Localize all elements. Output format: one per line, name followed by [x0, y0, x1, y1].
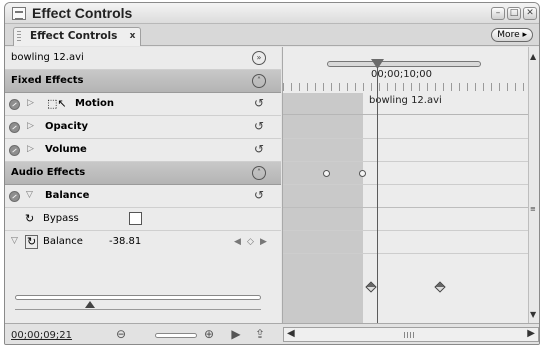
scroll-grip-icon[interactable]: ≡ [530, 205, 536, 213]
effect-row-motion[interactable]: ▷ ⬚↖ Motion ↺ [5, 93, 281, 116]
effect-label: Opacity [45, 121, 89, 132]
expand-triangle-icon[interactable]: ▷ [27, 121, 34, 131]
expand-triangle-icon[interactable]: ▷ [27, 144, 34, 154]
volume-keyframe[interactable] [359, 170, 366, 177]
collapse-section-icon[interactable]: ˄ [252, 166, 266, 180]
track-divider [283, 230, 539, 231]
effect-label: Volume [45, 144, 87, 155]
zoom-out-icon[interactable]: ⊖ [113, 327, 129, 343]
add-keyframe-icon[interactable]: ◇ [247, 237, 254, 247]
tab-label: Effect Controls [30, 30, 118, 42]
effect-controls-window: Effect Controls – □ ✕ Effect Controls x … [4, 2, 540, 345]
tab-bar: Effect Controls x More ▸ [5, 24, 539, 46]
zoom-in-icon[interactable]: ⊕ [201, 327, 217, 343]
minimize-icon[interactable]: – [491, 7, 505, 20]
bypass-label: Bypass [43, 213, 79, 224]
bypass-stopwatch-icon[interactable]: ↻ [25, 212, 34, 225]
previous-keyframe-icon[interactable]: ◀ [234, 237, 241, 247]
clip-name: bowling 12.avi [11, 52, 84, 63]
more-button[interactable]: More ▸ [491, 28, 533, 42]
param-label: Balance [43, 236, 83, 247]
play-audio-icon[interactable]: ▶ [228, 327, 244, 343]
reset-hand-icon[interactable]: ↺ [252, 143, 266, 157]
collapse-triangle-icon[interactable]: ▽ [26, 190, 33, 200]
scroll-right-icon[interactable]: ▶ [527, 328, 535, 339]
balance-slider-track[interactable] [15, 295, 261, 300]
timeline-panel[interactable]: 00;00;10;00 bowling 12.avi [282, 47, 539, 323]
track-divider [283, 184, 539, 185]
collapse-section-icon[interactable]: ˄ [252, 74, 266, 88]
window-app-icon [12, 7, 26, 20]
section-label: Fixed Effects [11, 75, 84, 86]
fx-toggle-icon[interactable] [9, 145, 20, 156]
track-divider [283, 161, 539, 162]
next-keyframe-icon[interactable]: ▶ [260, 237, 267, 247]
balance-slider-thumb[interactable] [85, 301, 95, 308]
timeline-clip-label: bowling 12.avi [369, 95, 442, 106]
effect-row-volume[interactable]: ▷ Volume ↺ [5, 139, 281, 162]
effect-row-opacity[interactable]: ▷ Opacity ↺ [5, 116, 281, 139]
bypass-checkbox[interactable] [129, 212, 142, 225]
window-title: Effect Controls [32, 5, 133, 21]
scroll-up-icon[interactable]: ▲ [530, 52, 536, 61]
effect-label: Motion [75, 98, 115, 109]
track-divider [283, 207, 539, 208]
section-audio-effects[interactable]: Audio Effects ˄ [5, 162, 281, 185]
stopwatch-icon[interactable]: ↻ [25, 235, 39, 249]
current-timecode[interactable]: 00;00;09;21 [11, 330, 72, 341]
time-ruler[interactable]: 00;00;10;00 [283, 47, 539, 93]
balance-keyframe[interactable] [434, 281, 446, 293]
vertical-scrollbar[interactable]: ▲ ≡ ▼ [528, 47, 539, 323]
reset-hand-icon[interactable]: ↺ [252, 120, 266, 134]
show-hide-timeline-icon[interactable]: » [252, 51, 266, 65]
section-label: Audio Effects [11, 167, 86, 178]
balance-slider-area [5, 278, 281, 322]
playhead-line[interactable] [377, 67, 378, 323]
slider-baseline [15, 309, 261, 310]
volume-keyframe[interactable] [323, 170, 330, 177]
close-icon[interactable]: ✕ [523, 7, 537, 20]
collapse-triangle-icon[interactable]: ▽ [11, 236, 18, 246]
fx-toggle-icon[interactable] [9, 122, 20, 133]
ruler-ticks [283, 83, 539, 91]
effect-row-balance[interactable]: ▽ Balance ↺ [5, 185, 281, 208]
fx-toggle-icon[interactable] [9, 191, 20, 202]
ruler-timecode: 00;00;10;00 [371, 69, 433, 80]
tab-grip-icon[interactable] [17, 31, 21, 43]
scroll-left-icon[interactable]: ◀ [287, 328, 295, 339]
tab-close-icon[interactable]: x [127, 31, 138, 42]
track-divider [283, 253, 539, 254]
clip-name-row: bowling 12.avi » [5, 47, 281, 70]
bottom-toolbar: 00;00;09;21 ⊖ ⊕ ▶ ⇪ ◀ ▶ [5, 323, 539, 344]
loop-audio-icon[interactable]: ⇪ [252, 327, 268, 343]
reset-hand-icon[interactable]: ↺ [252, 189, 266, 203]
param-value[interactable]: -38.81 [109, 236, 141, 247]
balance-param-row: ▽ ↻ Balance -38.81 ◀ ◇ ▶ [5, 231, 281, 257]
expand-triangle-icon[interactable]: ▷ [27, 98, 34, 108]
reset-hand-icon[interactable]: ↺ [252, 97, 266, 111]
bypass-row: ↻ Bypass [5, 208, 281, 231]
title-bar[interactable]: Effect Controls – □ ✕ [5, 3, 539, 24]
scroll-down-icon[interactable]: ▼ [530, 310, 536, 319]
horizontal-scrollbar[interactable]: ◀ ▶ [283, 327, 539, 342]
work-area-shading [283, 93, 363, 323]
tab-effect-controls[interactable]: Effect Controls x [13, 27, 141, 46]
maximize-icon[interactable]: □ [507, 7, 521, 20]
zoom-scroll-bar[interactable] [327, 61, 481, 67]
scroll-thumb-grip[interactable] [404, 332, 414, 338]
zoom-slider[interactable] [155, 333, 197, 338]
track-divider [283, 138, 539, 139]
effect-label: Balance [45, 190, 90, 201]
section-fixed-effects[interactable]: Fixed Effects ˄ [5, 70, 281, 93]
motion-effect-icon: ⬚↖ [47, 97, 67, 110]
fx-toggle-icon[interactable] [9, 99, 20, 110]
balance-keyframe[interactable] [365, 281, 377, 293]
